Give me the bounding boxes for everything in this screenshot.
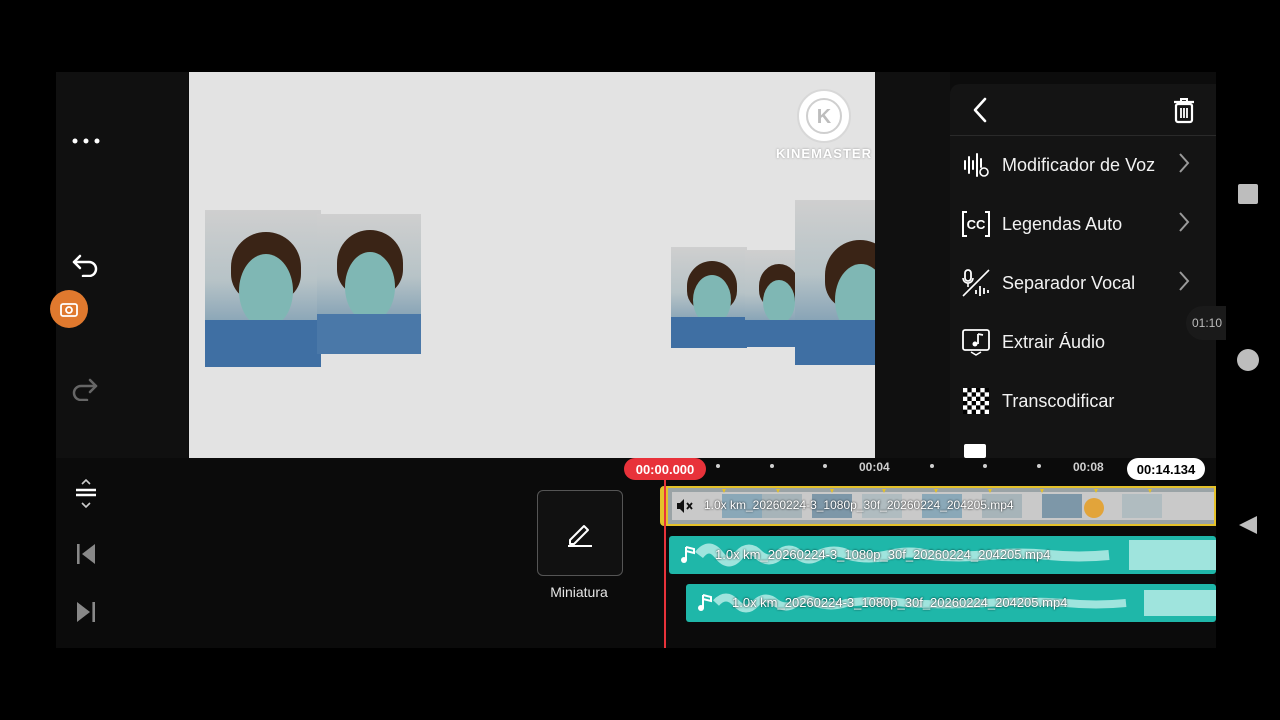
redo-icon[interactable]	[68, 372, 102, 406]
chevron-left-icon[interactable]	[964, 92, 996, 128]
menu-item-voice-modifier[interactable]: Modificador de Voz	[950, 136, 1216, 194]
skip-to-end-icon[interactable]	[68, 594, 104, 630]
menu-item-extract-audio[interactable]: Extrair Áudio	[950, 313, 1216, 371]
playhead[interactable]	[664, 480, 666, 648]
audio-track[interactable]: 1.0x km_20260224-3_1080p_30f_20260224_20…	[669, 536, 1216, 574]
more-horizontal-icon[interactable]	[66, 126, 106, 156]
chevron-right-icon	[1178, 211, 1198, 238]
audio-clip-label: 1.0x km_20260224-3_1080p_30f_20260224_20…	[732, 595, 1068, 610]
menu-item-transcode[interactable]: Transcodificar	[950, 372, 1216, 430]
thumbnail-button[interactable]	[537, 490, 623, 576]
preview-right-margin	[875, 72, 950, 458]
video-clip-label: 1.0x km_20260224-3_1080p_30f_20260224_20…	[704, 498, 1014, 512]
transcode-icon	[960, 385, 992, 417]
pencil-icon	[568, 525, 592, 547]
svg-text:CC: CC	[967, 217, 986, 232]
chevron-right-icon	[1178, 152, 1198, 179]
chevron-right-icon	[1178, 270, 1198, 297]
menu-item-partial	[964, 444, 986, 458]
menu-item-auto-captions[interactable]: CC Legendas Auto	[950, 195, 1216, 253]
expand-timeline-icon[interactable]	[68, 476, 104, 512]
home-circle-icon[interactable]	[1237, 349, 1259, 371]
music-note-icon	[677, 544, 699, 566]
video-frame-image	[317, 214, 421, 354]
extract-audio-icon	[960, 326, 992, 358]
audio-track[interactable]: 1.0x km_20260224-3_1080p_30f_20260224_20…	[686, 584, 1216, 622]
video-frame-image	[745, 250, 797, 347]
left-toolbar	[50, 72, 188, 458]
closed-captions-icon: CC	[960, 208, 992, 240]
timeline-area: Miniatura 00:00.000 00:04 00:08 00:14.13…	[56, 458, 1216, 648]
menu-item-label: Modificador de Voz	[1002, 154, 1156, 175]
video-clip-track[interactable]: 1.0x km_20260224-3_1080p_30f_20260224_20…	[660, 486, 1216, 526]
svg-text:K: K	[817, 106, 832, 128]
recents-square-icon[interactable]	[1238, 184, 1258, 204]
undo-icon[interactable]	[68, 248, 102, 282]
clip-options-panel: Modificador de Voz CC Legendas Auto Sepa…	[950, 84, 1216, 458]
thumbnail-button-label: Miniatura	[550, 584, 608, 600]
mute-icon[interactable]	[676, 497, 694, 515]
end-time-badge: 00:14.134	[1127, 458, 1205, 480]
side-time-badge: 01:10	[1186, 306, 1226, 340]
video-frame-image	[205, 210, 321, 367]
menu-item-label: Extrair Áudio	[1002, 331, 1106, 352]
menu-item-vocal-separator[interactable]: Separador Vocal	[950, 254, 1216, 312]
music-note-icon	[694, 592, 716, 614]
menu-item-label: Separador Vocal	[1002, 272, 1136, 293]
camera-capture-icon[interactable]	[50, 290, 88, 328]
current-time-badge: 00:00.000	[624, 458, 706, 480]
back-triangle-icon[interactable]	[1237, 514, 1259, 536]
trash-icon[interactable]	[1168, 92, 1200, 128]
audio-clip-label: 1.0x km_20260224-3_1080p_30f_20260224_20…	[715, 547, 1051, 562]
vocal-separator-icon	[960, 267, 992, 299]
kinemaster-logo: K KINEMASTER	[776, 88, 871, 168]
menu-item-label: Transcodificar	[1002, 390, 1115, 411]
menu-item-label: Legendas Auto	[1002, 213, 1123, 234]
skip-to-start-icon[interactable]	[68, 536, 104, 572]
video-frame-image	[671, 247, 747, 348]
video-preview[interactable]: K KINEMASTER	[189, 72, 875, 458]
watermark-text: KINEMASTER	[776, 146, 872, 161]
voice-modifier-icon	[960, 149, 992, 181]
video-frame-image	[795, 200, 875, 365]
ruler-label: 00:08	[1073, 460, 1104, 474]
ruler-label: 00:04	[859, 460, 890, 474]
